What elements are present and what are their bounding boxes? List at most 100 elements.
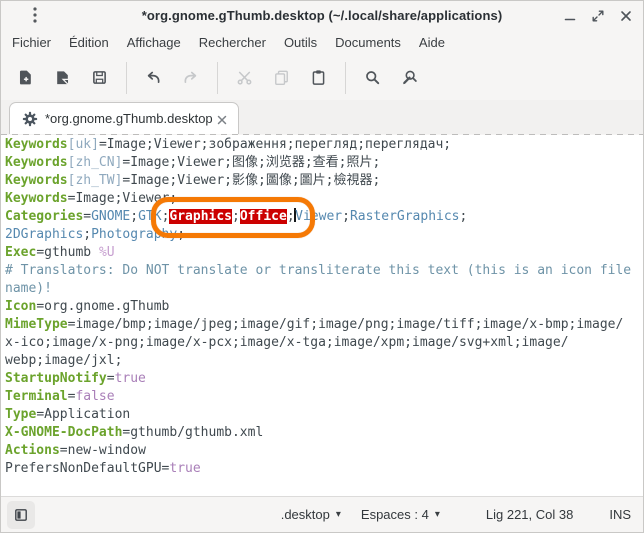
code-segment: Keywords <box>5 173 68 188</box>
insert-mode-indicator: INS <box>609 507 631 522</box>
undo-icon <box>145 69 162 86</box>
code-line: X-GNOME-DocPath=gthumb/gthumb.xml <box>5 424 643 442</box>
menu-item-edition[interactable]: Édition <box>60 32 118 53</box>
code-segment: PrefersNonDefaultGPU= <box>5 461 169 476</box>
tab-width-label: Espaces : 4 <box>361 507 429 522</box>
code-segment: ; <box>177 227 185 242</box>
menu-item-affichage[interactable]: Affichage <box>118 32 190 53</box>
new-document-button[interactable] <box>8 61 43 95</box>
code-line: # Translators: Do NOT translate or trans… <box>5 262 643 280</box>
save-icon <box>91 69 108 86</box>
language-mode-selector[interactable]: .desktop ▾ <box>279 503 343 526</box>
code-segment: name)! <box>5 281 52 296</box>
open-document-button[interactable] <box>45 61 80 95</box>
restore-button[interactable] <box>589 7 607 25</box>
menu-item-documents[interactable]: Documents <box>326 32 410 53</box>
code-line: Type=Application <box>5 406 643 424</box>
tab-width-selector[interactable]: Espaces : 4 ▾ <box>359 503 442 526</box>
code-segment: = <box>83 209 91 224</box>
code-segment: Actions <box>5 443 60 458</box>
text-editor-area[interactable]: Keywords[uk]=Image;Viewer;зображення;пер… <box>1 135 643 496</box>
code-segment: Terminal <box>5 389 68 404</box>
menu-item-rechercher[interactable]: Rechercher <box>190 32 275 53</box>
menu-item-outils[interactable]: Outils <box>275 32 326 53</box>
minimize-button[interactable] <box>561 7 579 25</box>
window-title: *org.gnome.gThumb.desktop (~/.local/shar… <box>1 8 643 23</box>
window-menu-dots-icon[interactable] <box>27 4 43 26</box>
paste-icon <box>310 69 327 86</box>
code-segment: =Image;Viewer;图像;浏览器;查看;照片; <box>122 155 380 170</box>
toolbar-separator <box>345 62 346 94</box>
cut-icon <box>236 69 253 86</box>
code-line: StartupNotify=true <box>5 370 643 388</box>
code-segment: GTK <box>138 209 161 224</box>
code-line: x-ico;image/x-png;image/x-pcx;image/x-tg… <box>5 334 643 352</box>
find-and-replace-button[interactable] <box>392 61 427 95</box>
find-replace-icon <box>401 69 418 86</box>
cut-button <box>227 61 262 95</box>
code-line: webp;image/jxl; <box>5 352 643 370</box>
code-line: PrefersNonDefaultGPU=true <box>5 460 643 478</box>
tab-org-gnome-gthumb-desktop[interactable]: *org.gnome.gThumb.desktop <box>9 102 239 134</box>
code-segment: x-ico;image/x-png;image/x-pcx;image/x-tg… <box>5 335 569 350</box>
code-segment: true <box>115 371 146 386</box>
code-segment: MimeType <box>5 317 68 332</box>
language-mode-label: .desktop <box>281 507 330 522</box>
tab-bar: *org.gnome.gThumb.desktop <box>1 100 643 134</box>
code-segment: webp;image/jxl; <box>5 353 122 368</box>
code-segment: ; <box>83 227 91 242</box>
editor-window: *org.gnome.gThumb.desktop (~/.local/shar… <box>0 0 644 533</box>
code-segment: =gthumb/gthumb.xml <box>122 425 263 440</box>
gear-icon <box>22 111 38 127</box>
code-segment: Photography <box>91 227 177 242</box>
tab-title: *org.gnome.gThumb.desktop <box>45 111 216 126</box>
code-segment: X-GNOME-DocPath <box>5 425 122 440</box>
search-match: Graphics <box>169 209 232 224</box>
menubar: FichierÉditionAffichageRechercherOutilsD… <box>1 30 643 55</box>
code-line: Keywords[zh_TW]=Image;Viewer;影像;圖像;圖片;檢視… <box>5 172 643 190</box>
code-segment: [uk] <box>68 137 99 152</box>
code-segment: ; <box>342 209 350 224</box>
code-line: Keywords=Image;Viewer; <box>5 190 643 208</box>
toolbar <box>1 55 643 100</box>
toolbar-separator <box>126 62 127 94</box>
code-segment: GNOME <box>91 209 130 224</box>
code-segment: false <box>75 389 114 404</box>
redo-icon <box>182 69 199 86</box>
code-line: 2DGraphics;Photography; <box>5 226 643 244</box>
code-line: Actions=new-window <box>5 442 643 460</box>
code-line: name)! <box>5 280 643 298</box>
close-button[interactable] <box>617 7 635 25</box>
code-segment: Keywords <box>5 137 68 152</box>
code-segment: =gthumb <box>36 245 99 260</box>
window-controls <box>561 1 635 30</box>
status-bar: .desktop ▾ Espaces : 4 ▾ Lig 221, Col 38… <box>1 496 643 532</box>
code-segment: Icon <box>5 299 36 314</box>
code-segment: ; <box>232 209 240 224</box>
side-panel-toggle-button[interactable] <box>7 501 35 529</box>
save-button[interactable] <box>82 61 117 95</box>
code-segment: =Image;Viewer; <box>68 191 178 206</box>
code-line: Keywords[zh_CN]=Image;Viewer;图像;浏览器;查看;照… <box>5 154 643 172</box>
code-line: Keywords[uk]=Image;Viewer;зображення;пер… <box>5 136 643 154</box>
code-segment: Viewer <box>295 209 342 224</box>
code-line: Icon=org.gnome.gThumb <box>5 298 643 316</box>
code-segment: %U <box>99 245 115 260</box>
find-button[interactable] <box>355 61 390 95</box>
code-segment: =new-window <box>60 443 146 458</box>
undo-button[interactable] <box>136 61 171 95</box>
toolbar-separator <box>217 62 218 94</box>
code-line: Categories=GNOME;GTK;Graphics;Office;Vie… <box>5 208 643 226</box>
copy-button <box>264 61 299 95</box>
code-segment: Keywords <box>5 155 68 170</box>
code-segment: [zh_TW] <box>68 173 123 188</box>
code-segment: true <box>169 461 200 476</box>
copy-icon <box>273 69 290 86</box>
open-document-icon <box>54 69 71 86</box>
titlebar[interactable]: *org.gnome.gThumb.desktop (~/.local/shar… <box>1 1 643 30</box>
paste-button[interactable] <box>301 61 336 95</box>
menu-item-aide[interactable]: Aide <box>410 32 454 53</box>
statusbar-right-group: .desktop ▾ Espaces : 4 ▾ Lig 221, Col 38… <box>279 503 633 526</box>
menu-item-fichier[interactable]: Fichier <box>3 32 60 53</box>
tab-close-icon[interactable] <box>216 113 228 125</box>
